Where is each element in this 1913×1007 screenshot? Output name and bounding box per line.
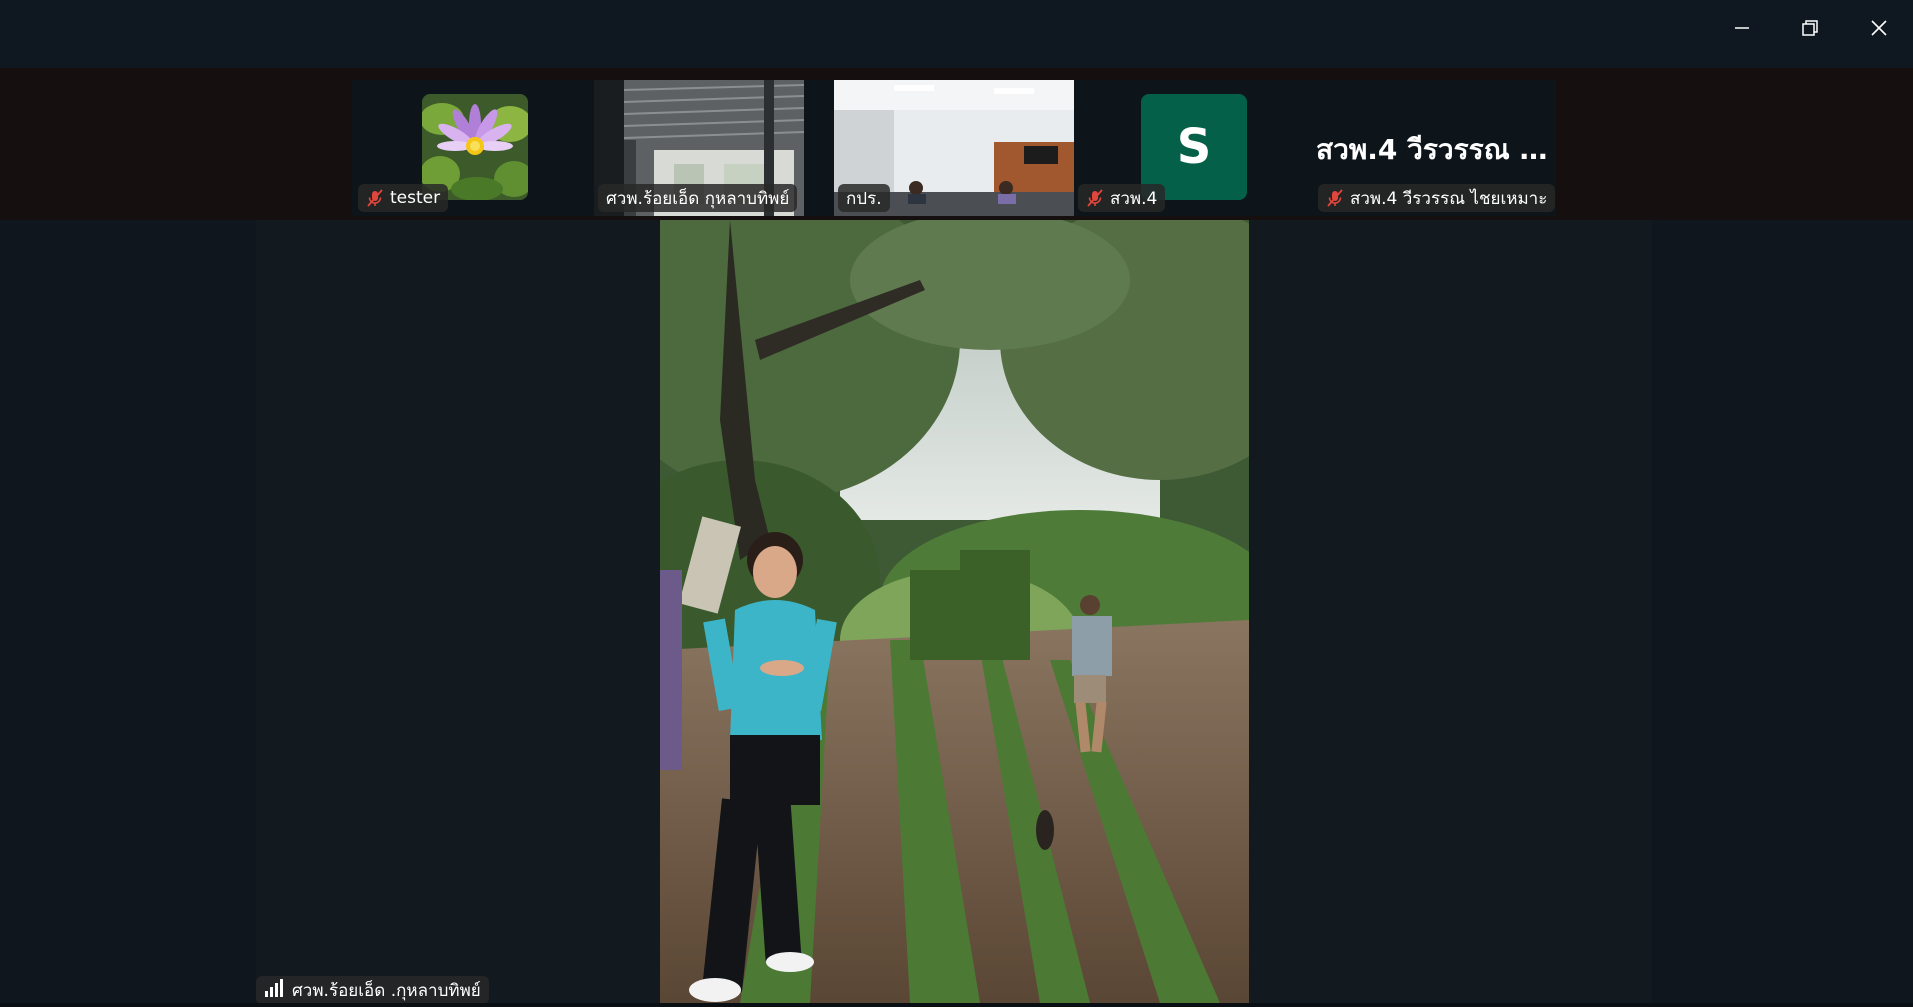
title-bar [0, 0, 1913, 68]
restore-icon [1802, 20, 1818, 36]
participant-name-tag: ศวพ.ร้อยเอ็ด กุหลาบทิพย์ [598, 184, 798, 212]
participant-name: ศวพ.ร้อยเอ็ด กุหลาบทิพย์ [606, 188, 790, 209]
participant-name: tester [390, 188, 441, 208]
participant-name-tag: สวพ.4 วีรวรรณ ไชยเหมาะ [1318, 184, 1556, 212]
bottom-edge [0, 1003, 1913, 1007]
close-button[interactable] [1845, 0, 1913, 56]
participant-display-title[interactable]: สวพ.4 วีรวรรณ ไ... [1316, 128, 1556, 172]
participant-name: สวพ.4 [1110, 188, 1158, 209]
minimize-button[interactable] [1708, 0, 1776, 56]
participant-name: สวพ.4 วีรวรรณ ไชยเหมาะ [1350, 188, 1548, 209]
video-feed [660, 220, 1249, 1003]
avatar-letter: S [1176, 119, 1212, 175]
restore-button[interactable] [1776, 0, 1844, 56]
microphone-muted-icon [1086, 189, 1104, 207]
signal-strength-icon [264, 978, 284, 1002]
close-icon [1871, 20, 1887, 36]
microphone-muted-icon [1326, 189, 1344, 207]
participant-name-tag: tester [358, 184, 449, 212]
microphone-muted-icon [366, 189, 384, 207]
minimize-icon [1735, 27, 1749, 29]
main-speaker-name-tag: ศวพ.ร้อยเอ็ด .กุหลาบทิพย์ [256, 976, 489, 1004]
main-speaker-name: ศวพ.ร้อยเอ็ด .กุหลาบทิพย์ [292, 980, 481, 1001]
main-speaker-video[interactable] [660, 220, 1249, 1003]
participant-name-tag: สวพ.4 [1078, 184, 1166, 212]
participant-name: กปร. [846, 188, 882, 209]
participant-name-tag: กปร. [838, 184, 890, 212]
